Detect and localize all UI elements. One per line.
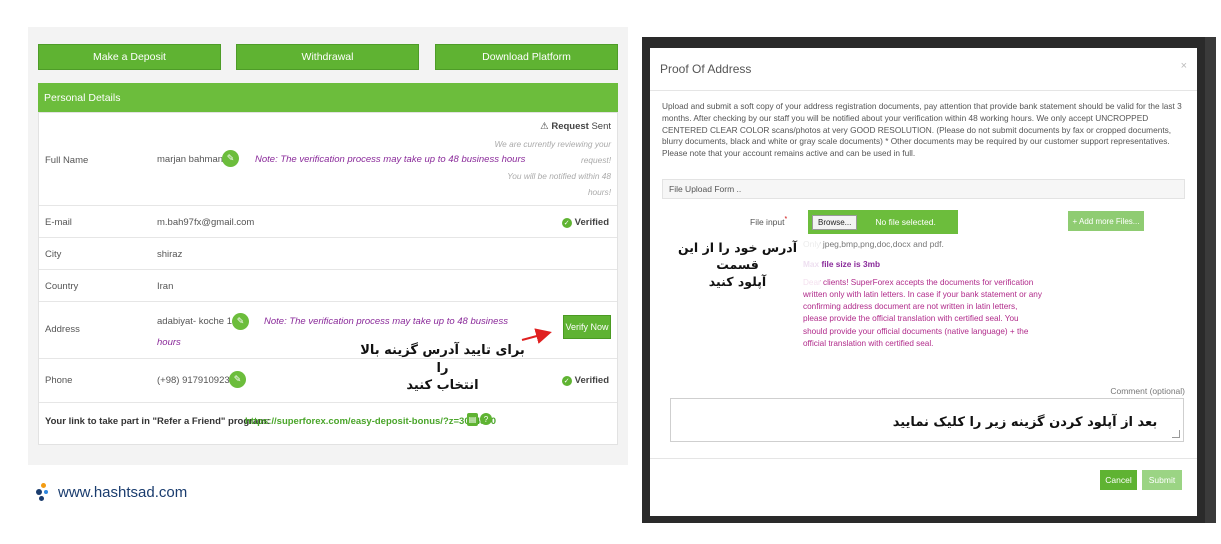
verify-arrow [521,328,552,344]
hashtsad-logo: www.hashtsad.com [36,483,187,501]
logo-text: www.hashtsad.com [58,483,188,501]
file-input[interactable]: Browse... No file selected. [808,210,958,234]
modal-divider [650,90,1197,91]
modal-title: Proof Of Address [660,62,752,76]
comment-label: Comment (optional) [1110,386,1185,396]
cancel-button[interactable]: Cancel [1100,470,1137,490]
latin-letters-notice: Dear clients! SuperForex accepts the doc… [803,278,1042,348]
submit-annotation-text: بعد از آپلود کردن گزینه زیر را کلیک نمای… [892,415,1158,430]
file-upload-form-header: File Upload Form .. [662,179,1185,199]
logo-dots-icon [36,483,52,501]
resize-handle-icon[interactable] [1172,430,1180,438]
file-input-label: File input* [750,216,788,227]
allowed-formats: Only jpeg,bmp,png,doc,docx and pdf. [803,239,944,249]
screenshot: Make a Deposit Withdrawal Download Platf… [0,0,1221,544]
close-icon[interactable]: × [1181,60,1187,72]
add-more-files-button[interactable]: + Add more Files... [1068,211,1144,231]
file-status: No file selected. [875,217,936,227]
modal-backdrop-edge [1205,37,1216,523]
browse-button[interactable]: Browse... [812,214,858,230]
modal-footer-divider [650,458,1197,459]
upload-annotation-text: آدرس خود را از این قسمت آپلود کنید [655,240,820,291]
modal-instructions: Upload and submit a soft copy of your ad… [662,101,1182,159]
submit-button[interactable]: Submit [1142,470,1182,490]
